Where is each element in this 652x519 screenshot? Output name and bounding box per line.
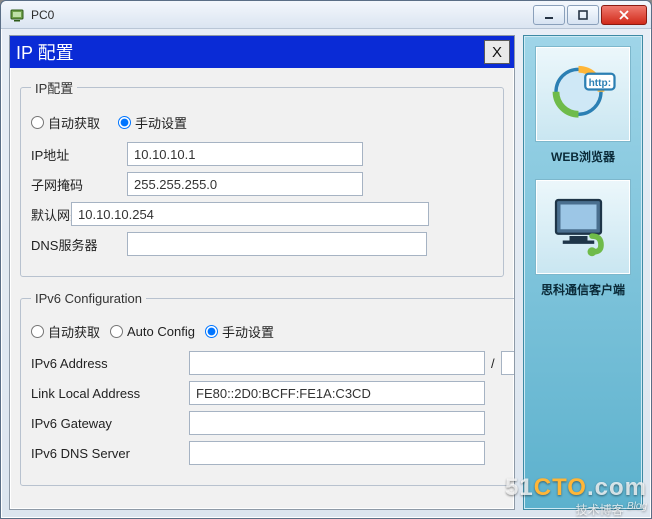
ipv6-fieldset: IPv6 Configuration 自动获取 Auto Config xyxy=(20,291,515,486)
ipv4-auto-radio[interactable] xyxy=(31,116,44,129)
dns-server-input[interactable] xyxy=(127,232,427,256)
app-icon xyxy=(9,7,25,23)
ipv6-dns-input[interactable] xyxy=(189,441,485,465)
desktop-launchers: http: WEB浏览器 思科通信客户端 xyxy=(523,35,643,510)
web-browser-launcher[interactable]: http: WEB浏览器 xyxy=(530,46,636,165)
ipv6-auto-label: 自动获取 xyxy=(48,322,100,341)
cisco-client-launcher[interactable]: 思科通信客户端 xyxy=(530,179,636,298)
window-title: PC0 xyxy=(31,8,531,22)
ipv4-mode-row: 自动获取 手动设置 xyxy=(31,113,493,132)
default-gateway-input[interactable] xyxy=(71,202,429,226)
cisco-client-label: 思科通信客户端 xyxy=(541,281,625,298)
ip-address-input[interactable] xyxy=(127,142,363,166)
ipv4-manual-label: 手动设置 xyxy=(135,113,187,132)
ip-config-panel: IP 配置 X IP配置 自动获取 xyxy=(9,35,515,510)
ipv4-legend: IP配置 xyxy=(31,78,77,97)
ipv6-address-input[interactable] xyxy=(189,351,485,375)
ipv4-auto-label: 自动获取 xyxy=(48,113,100,132)
ipv6-legend: IPv6 Configuration xyxy=(31,291,146,306)
link-local-input[interactable] xyxy=(189,381,485,405)
dns-label: DNS服务器 xyxy=(31,235,127,254)
ipv6-autoconfig-label: Auto Config xyxy=(127,324,195,339)
link-local-label: Link Local Address xyxy=(31,386,189,401)
svg-text:http:: http: xyxy=(589,78,611,89)
maximize-button[interactable] xyxy=(567,5,599,25)
dialog-close-button[interactable]: X xyxy=(484,40,510,64)
ipv4-manual-radio[interactable] xyxy=(118,116,131,129)
dialog-title: IP 配置 xyxy=(16,39,74,65)
close-icon: X xyxy=(492,44,502,61)
caption-buttons xyxy=(531,5,647,25)
ipv6-address-label: IPv6 Address xyxy=(31,356,189,371)
ipv4-auto-option[interactable]: 自动获取 xyxy=(31,113,100,132)
ipv6-mode-row: 自动获取 Auto Config 手动设置 xyxy=(31,322,515,341)
minimize-button[interactable] xyxy=(533,5,565,25)
ipv6-manual-option[interactable]: 手动设置 xyxy=(205,322,274,341)
ipv6-autoconfig-option[interactable]: Auto Config xyxy=(110,324,195,339)
ipv6-autoconfig-radio[interactable] xyxy=(110,325,123,338)
ipv6-gateway-label: IPv6 Gateway xyxy=(31,416,189,431)
subnet-label: 子网掩码 xyxy=(31,175,127,194)
dialog-body: IP配置 自动获取 手动设置 IP地址 xyxy=(10,68,514,508)
cisco-client-icon xyxy=(535,179,631,275)
app-window: PC0 IP 配置 X xyxy=(0,0,652,519)
ipv4-manual-option[interactable]: 手动设置 xyxy=(118,113,187,132)
ipv6-gateway-input[interactable] xyxy=(189,411,485,435)
ipv6-manual-radio[interactable] xyxy=(205,325,218,338)
ipv6-auto-radio[interactable] xyxy=(31,325,44,338)
ipv6-dns-label: IPv6 DNS Server xyxy=(31,446,189,461)
subnet-mask-input[interactable] xyxy=(127,172,363,196)
ipv6-manual-label: 手动设置 xyxy=(222,322,274,341)
client-area: IP 配置 X IP配置 自动获取 xyxy=(9,35,643,510)
web-browser-label: WEB浏览器 xyxy=(551,148,615,165)
prefix-slash: / xyxy=(491,356,495,371)
titlebar: PC0 xyxy=(1,1,651,29)
dialog-header: IP 配置 X xyxy=(10,36,514,68)
ipv4-fieldset: IP配置 自动获取 手动设置 IP地址 xyxy=(20,78,504,277)
ipv6-auto-option[interactable]: 自动获取 xyxy=(31,322,100,341)
web-browser-icon: http: xyxy=(535,46,631,142)
close-button[interactable] xyxy=(601,5,647,25)
ipv6-prefix-input[interactable] xyxy=(501,351,515,375)
ip-address-label: IP地址 xyxy=(31,145,127,164)
